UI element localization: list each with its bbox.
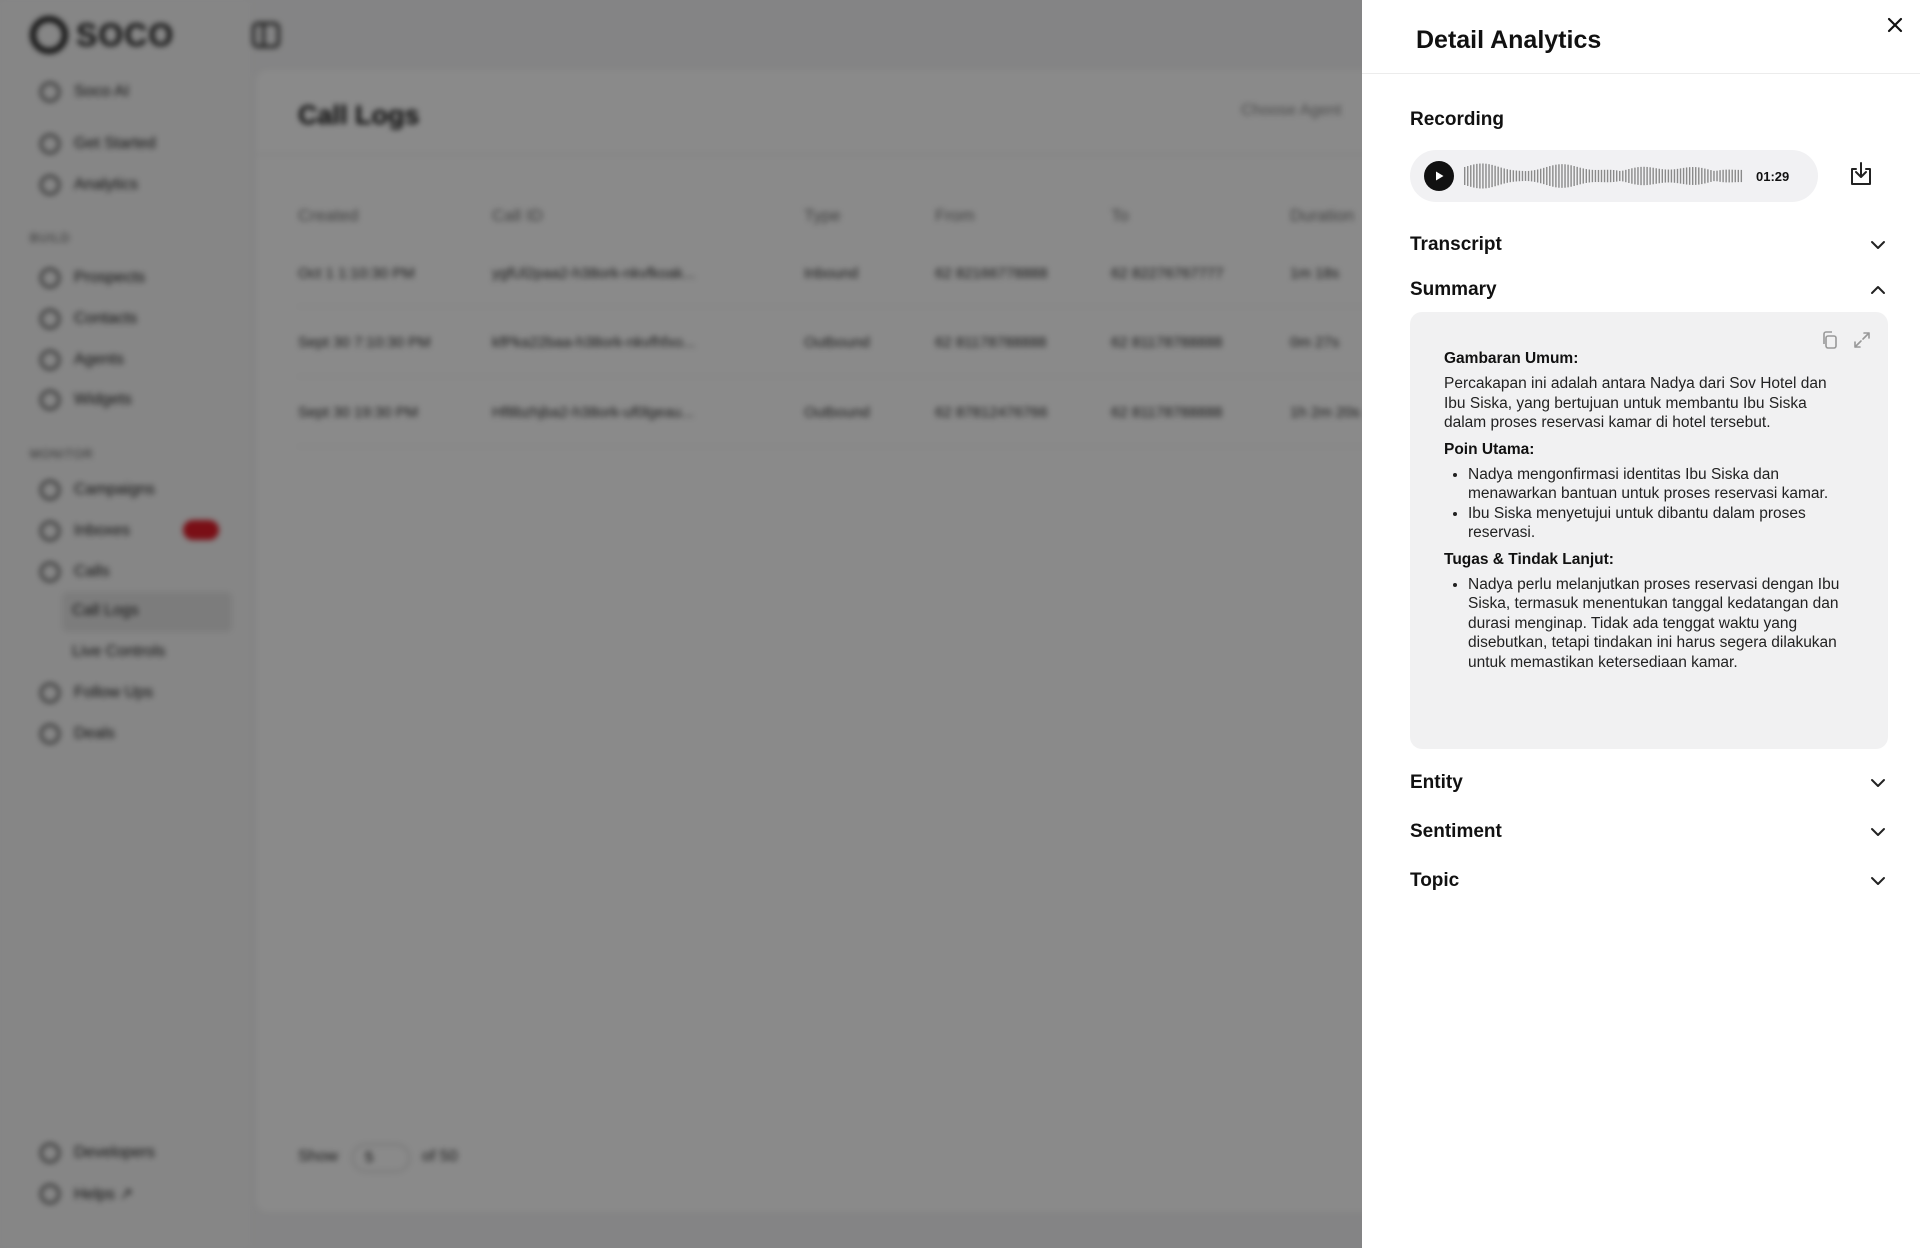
entity-section-toggle[interactable]: Entity [1410, 772, 1888, 794]
summary-toolbar [1820, 330, 1872, 350]
play-button[interactable] [1424, 161, 1454, 191]
drawer-divider [1362, 73, 1920, 74]
summary-panel: Gambaran Umum: Percakapan ini adalah ant… [1410, 312, 1888, 749]
close-icon [1887, 17, 1903, 33]
recording-label: Recording [1410, 109, 1504, 130]
recording-duration: 01:29 [1756, 168, 1790, 184]
sentiment-label: Sentiment [1410, 821, 1502, 842]
detail-analytics-drawer: Detail Analytics Recording 01:29 Transcr… [1362, 0, 1920, 1248]
expand-icon [1854, 332, 1870, 348]
recording-section-header: Recording [1410, 109, 1888, 131]
chevron-down-icon [1868, 773, 1888, 793]
copy-icon [1823, 331, 1837, 349]
chevron-down-icon [1868, 235, 1888, 255]
summary-tasks-heading: Tugas & Tindak Lanjut: [1444, 550, 1614, 568]
chevron-down-icon [1868, 822, 1888, 842]
list-item: Nadya mengonfirmasi identitas Ibu Siska … [1468, 465, 1852, 504]
topic-label: Topic [1410, 870, 1460, 891]
sentiment-section-toggle[interactable]: Sentiment [1410, 821, 1888, 843]
summary-label: Summary [1410, 279, 1497, 300]
drawer-title: Detail Analytics [1416, 26, 1602, 54]
waveform-scrubber[interactable] [1464, 161, 1744, 191]
summary-main-points-list: Nadya mengonfirmasi identitas Ibu Siska … [1444, 465, 1852, 543]
download-icon [1851, 162, 1871, 185]
summary-overview-heading: Gambaran Umum: [1444, 350, 1579, 367]
summary-main-points-heading: Poin Utama: [1444, 440, 1535, 458]
entity-label: Entity [1410, 772, 1463, 793]
close-button[interactable] [1882, 12, 1908, 38]
chevron-up-icon [1868, 280, 1888, 300]
transcript-section-toggle[interactable]: Transcript [1410, 234, 1888, 256]
audio-player: 01:29 [1410, 150, 1818, 202]
play-icon [1436, 171, 1444, 181]
list-item: Ibu Siska menyetujui untuk dibantu dalam… [1468, 504, 1852, 543]
copy-button[interactable] [1820, 330, 1840, 350]
summary-tasks-list: Nadya perlu melanjutkan proses reservasi… [1444, 575, 1852, 673]
chevron-down-icon [1868, 871, 1888, 891]
expand-button[interactable] [1852, 330, 1872, 350]
download-button[interactable] [1846, 160, 1876, 190]
transcript-label: Transcript [1410, 234, 1502, 255]
list-item: Nadya perlu melanjutkan proses reservasi… [1468, 575, 1852, 673]
summary-section-toggle[interactable]: Summary [1410, 279, 1888, 301]
topic-section-toggle[interactable]: Topic [1410, 870, 1888, 892]
summary-overview-text: Percakapan ini adalah antara Nadya dari … [1444, 375, 1827, 431]
